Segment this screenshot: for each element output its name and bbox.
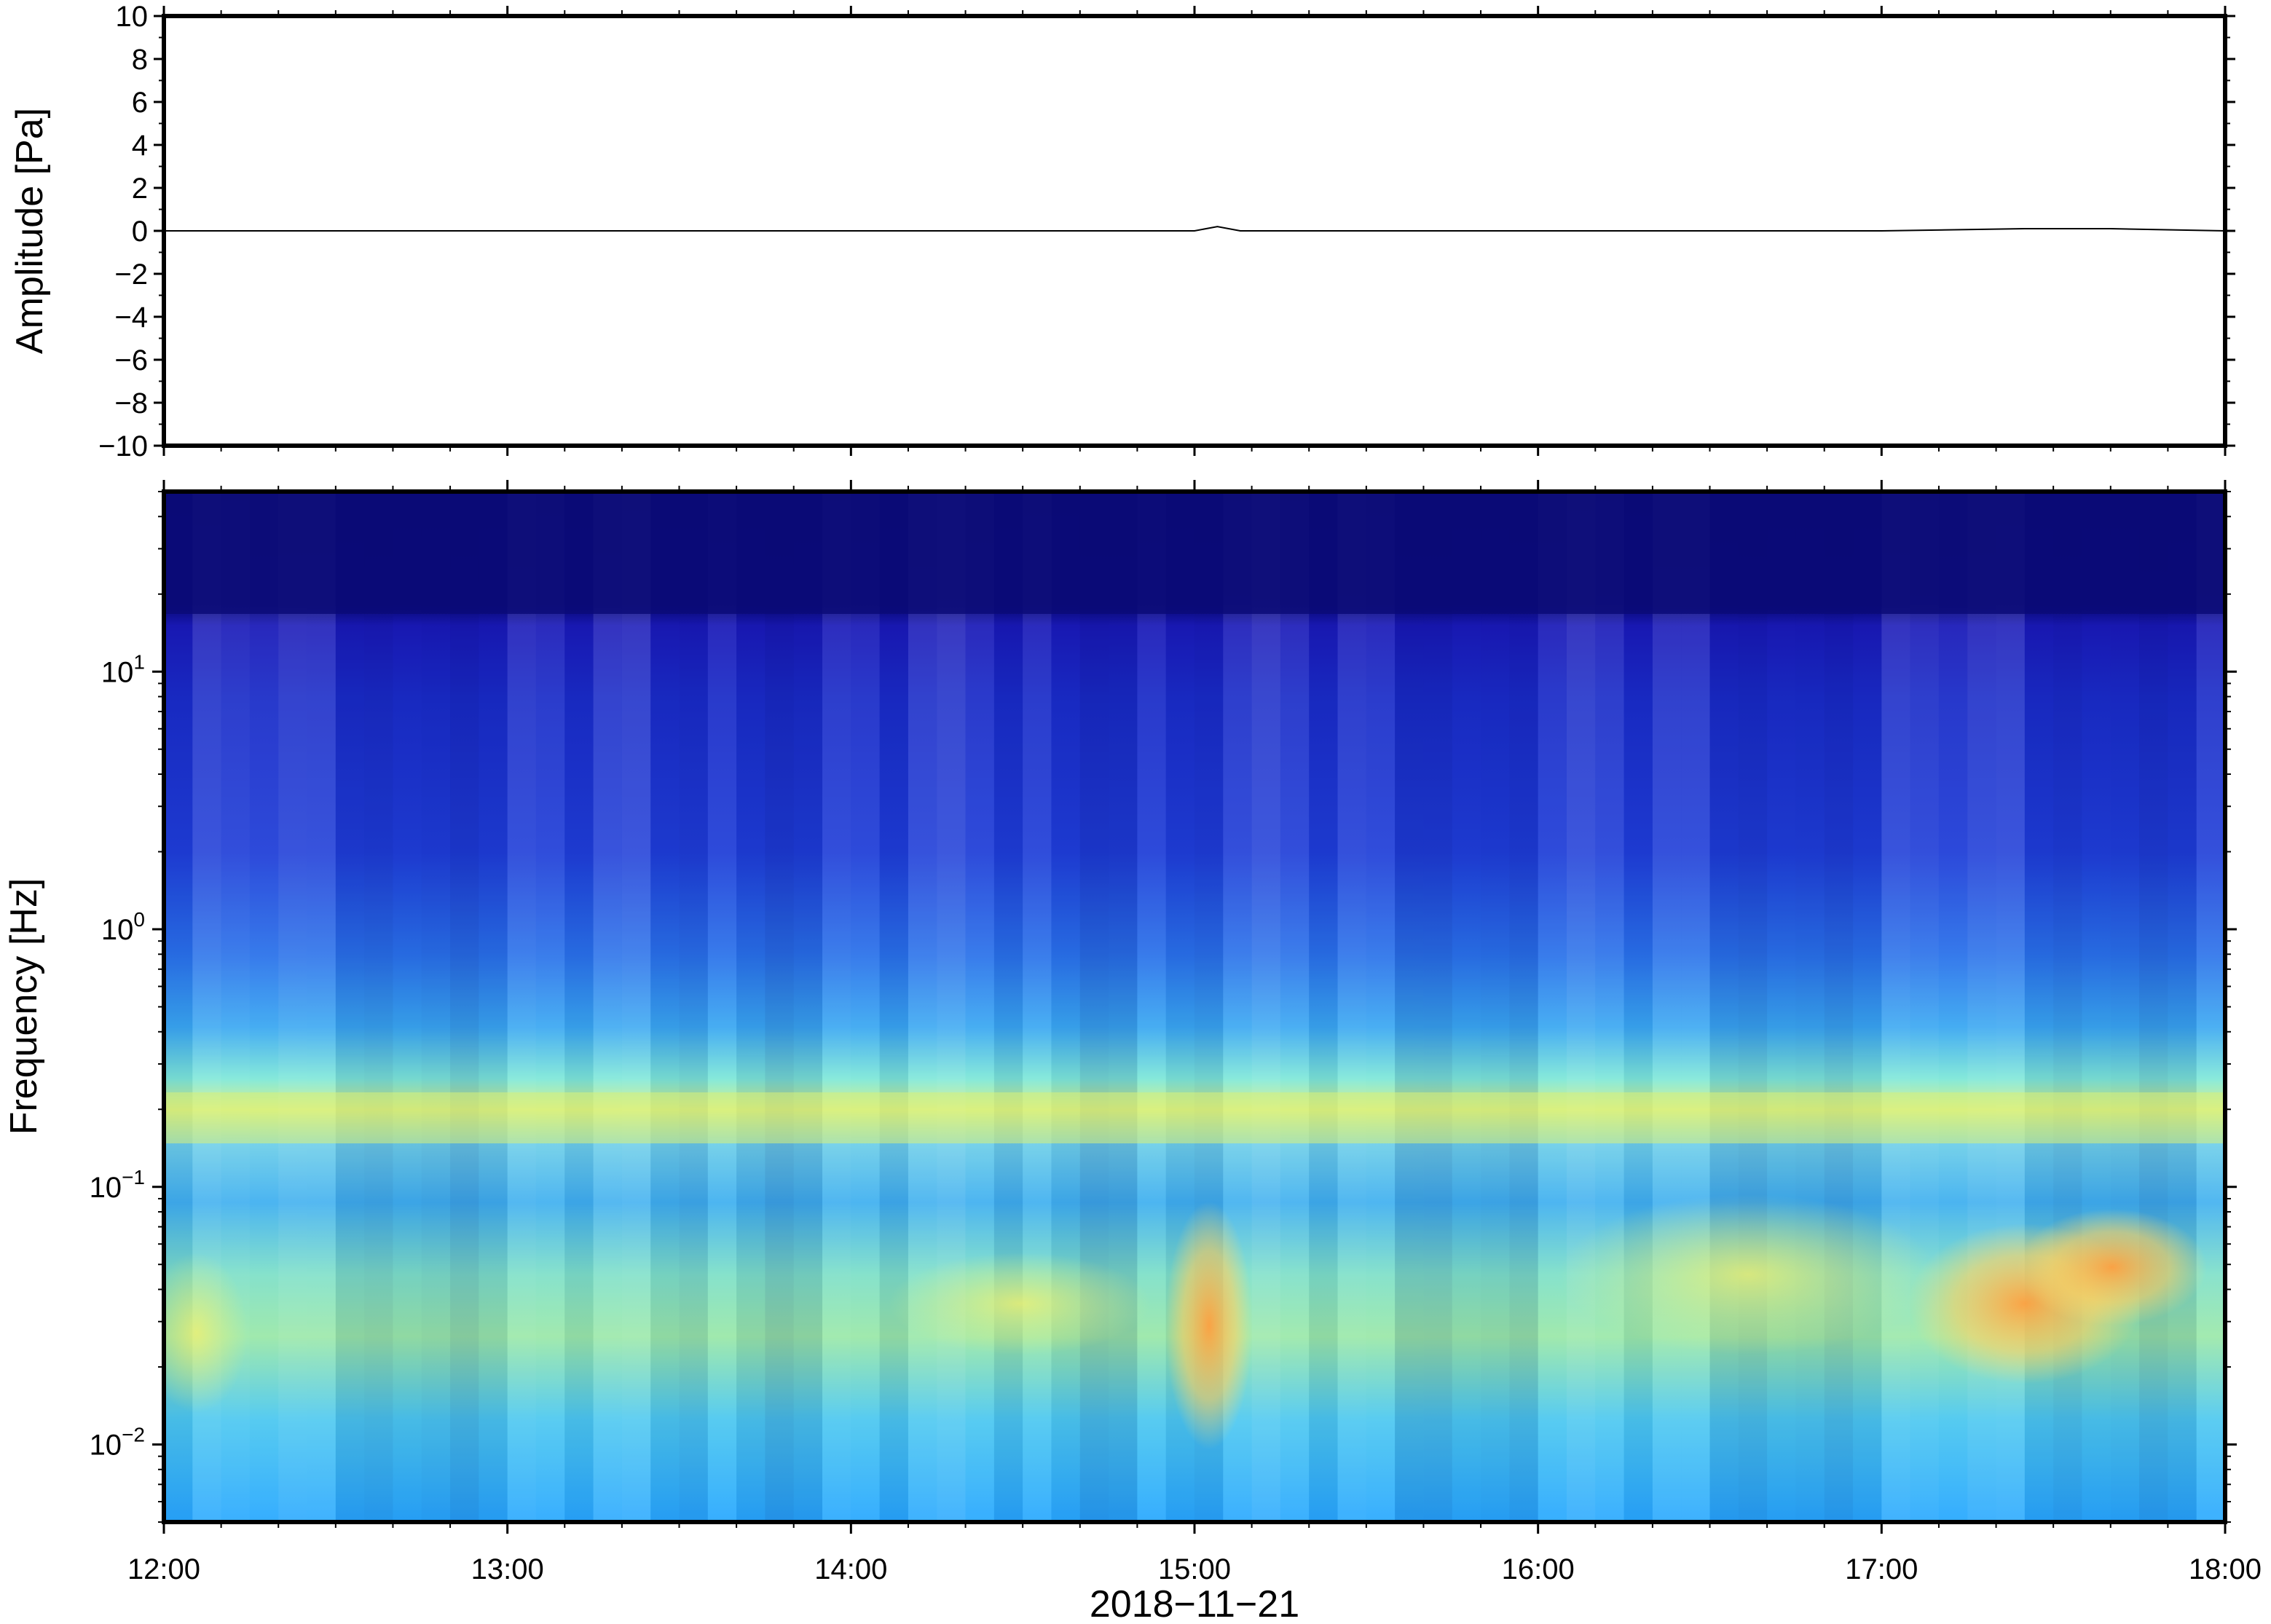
spectrogram-time-bin — [249, 492, 279, 1522]
microbarom-band — [164, 1092, 2225, 1143]
spectrogram-x-tick-label: 17:00 — [1845, 1553, 1918, 1585]
spectrogram-x-axis-label: 2018−11−21 — [1090, 1583, 1299, 1624]
spectrogram-time-bin — [1051, 492, 1080, 1522]
spectrogram-x-tick-label: 13:00 — [471, 1553, 544, 1585]
spectrogram-time-bin — [507, 492, 536, 1522]
amplitude-y-tick-label: 2 — [132, 173, 148, 205]
spectrogram-time-bin — [1337, 492, 1366, 1522]
spectrogram-time-bin — [765, 492, 794, 1522]
spectrogram-time-bin — [851, 492, 880, 1522]
amplitude-y-tick-label: −6 — [114, 344, 148, 377]
spectrogram-time-bin — [1795, 492, 1825, 1522]
spectrogram-time-bin — [1910, 492, 1939, 1522]
spectrogram-time-bin — [1452, 492, 1481, 1522]
spectrogram-time-bin — [1738, 492, 1768, 1522]
spectrogram-time-bin — [1709, 492, 1739, 1522]
spectrogram-y-tick-label: 100 — [101, 908, 145, 946]
spectrogram-features — [164, 492, 2225, 1522]
spectrogram-time-bin — [1423, 492, 1452, 1522]
amplitude-panel: 10 8 6 4 2 0 −2 −4 −6 −8 −10 Amplitude [Pa] — [9, 1, 2235, 462]
spectrogram-time-bin — [1853, 492, 1882, 1522]
amplitude-y-tick-label: −8 — [114, 387, 148, 419]
spectrogram-time-bin — [2139, 492, 2168, 1522]
event-17-30-b — [2018, 1209, 2207, 1325]
spectrogram-time-bin — [564, 492, 594, 1522]
spectrogram-time-bin — [393, 492, 422, 1522]
amplitude-y-axis-label: Amplitude [Pa] — [9, 108, 51, 354]
spectrogram-time-bin — [307, 492, 336, 1522]
spectrogram-time-bin — [450, 492, 479, 1522]
spectrogram-time-bin — [1395, 492, 1424, 1522]
spectrogram-time-bin — [1595, 492, 1624, 1522]
spectrogram-y-tick-label: 101 — [101, 650, 145, 688]
spectrogram-time-bin — [736, 492, 765, 1522]
spectrogram-x-tick-label: 16:00 — [1502, 1553, 1575, 1585]
spectrogram-time-bin — [1481, 492, 1510, 1522]
spectrogram-time-bin — [993, 492, 1023, 1522]
spectrogram-time-bin — [1079, 492, 1109, 1522]
spectrogram-time-bin — [1366, 492, 1396, 1522]
amplitude-y-tick-label: −10 — [98, 430, 148, 462]
amplitude-y-tick-label: −4 — [114, 301, 148, 334]
spectrogram-time-bin — [1566, 492, 1596, 1522]
amplitude-y-tick-label: 4 — [132, 130, 148, 162]
spectrogram-time-bin — [1538, 492, 1567, 1522]
spectrogram-time-bin — [879, 492, 908, 1522]
amplitude-y-tick-label: 10 — [116, 1, 149, 33]
spectrogram-time-bin — [1137, 492, 1166, 1522]
spectrogram-time-bin — [1824, 492, 1854, 1522]
spectrogram-time-bin — [1509, 492, 1538, 1522]
spectrogram-time-bin — [2196, 492, 2225, 1522]
spectrogram-time-bin — [593, 492, 622, 1522]
spectrogram-time-bin — [535, 492, 565, 1522]
spectrogram-x-tick-label: 18:00 — [2189, 1553, 2262, 1585]
event-15-05 — [1165, 1202, 1253, 1449]
spectrogram-time-bin — [1251, 492, 1280, 1522]
spectrogram-y-axis-label: Frequency [Hz] — [3, 878, 45, 1135]
spectrogram-time-bin — [1109, 492, 1138, 1522]
spectrogram-time-bin — [1881, 492, 1910, 1522]
amplitude-y-tick-label: −2 — [114, 259, 148, 291]
spectrogram-time-bin — [1681, 492, 1710, 1522]
spectrogram-time-bin — [937, 492, 966, 1522]
spectrogram-time-bin — [793, 492, 823, 1522]
amplitude-y-tick-label: 0 — [132, 216, 148, 248]
spectrogram-y-tick-label: 10−2 — [90, 1424, 145, 1462]
spectrogram-time-bin — [822, 492, 851, 1522]
spectrogram-time-bin — [335, 492, 365, 1522]
spectrogram-time-bin — [1280, 492, 1310, 1522]
spectrogram-time-bin — [650, 492, 680, 1522]
spectrogram-x-tick-label: 12:00 — [127, 1553, 200, 1585]
warm-region-12-00 — [164, 1253, 248, 1413]
spectrogram-time-bin — [421, 492, 451, 1522]
spectrogram-time-bin — [364, 492, 393, 1522]
amplitude-y-tick-label: 8 — [132, 44, 148, 76]
spectrogram-time-bin — [1767, 492, 1796, 1522]
warm-region-14-30 — [889, 1253, 1151, 1355]
spectrogram-time-bin — [1309, 492, 1338, 1522]
spectrogram-time-bin — [679, 492, 708, 1522]
spectrogram-time-bin — [1623, 492, 1653, 1522]
spectrogram-time-bin — [1652, 492, 1682, 1522]
spectrogram-time-bin — [965, 492, 994, 1522]
warm-region-16-30 — [1559, 1194, 1937, 1355]
amplitude-y-tick-label: 6 — [132, 87, 148, 119]
spectrogram-panel: 10−2 10−1 100 101 12:00 13:00 14:00 15:00 16:00… — [3, 480, 2262, 1624]
spectrogram-time-bin — [621, 492, 651, 1522]
spectrogram-time-bin — [2168, 492, 2197, 1522]
spectrogram-time-bin — [707, 492, 737, 1522]
figure: 1086420−2−4−6−8−10 Amplitude [Pa] 10−210… — [3, 1, 2262, 1624]
spectrogram-x-tick-label: 15:00 — [1158, 1553, 1231, 1585]
spectrogram-time-bin — [2110, 492, 2140, 1522]
spectrogram-time-bin — [1023, 492, 1052, 1522]
spectrogram-time-bin — [908, 492, 937, 1522]
high-frequency-floor — [164, 492, 2225, 614]
spectrogram-x-tick-label: 14:00 — [814, 1553, 887, 1585]
spectrogram-time-bin — [278, 492, 307, 1522]
spectrogram-time-bin — [479, 492, 508, 1522]
spectrogram-y-tick-label: 10−1 — [90, 1166, 145, 1204]
